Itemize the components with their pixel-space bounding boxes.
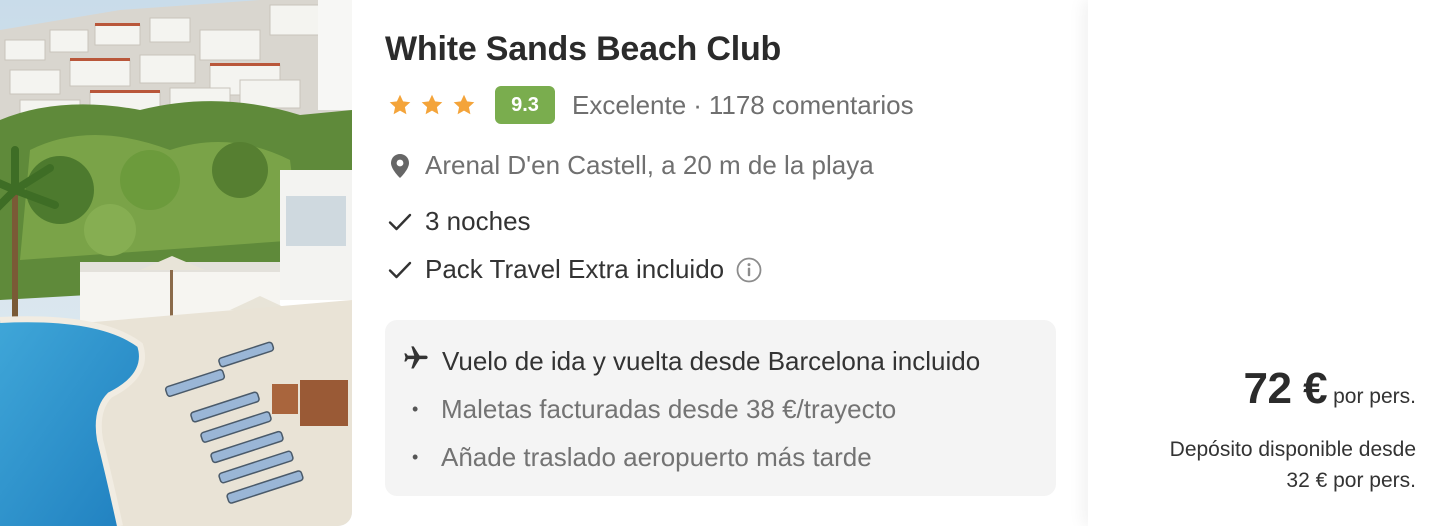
- flight-extra-item: • Añade traslado aeropuerto más tarde: [412, 442, 872, 473]
- star-icon: [453, 94, 475, 115]
- hotel-details: White Sands Beach Club 9.3 Excelente · 1…: [385, 0, 1085, 526]
- deposit-info: Depósito disponible desde 32 € por pers.: [1170, 434, 1416, 496]
- flight-box: Vuelo de ida y vuelta desde Barcelona in…: [385, 320, 1056, 496]
- separator: ·: [693, 89, 702, 120]
- star-rating: [388, 93, 476, 117]
- flight-text: Vuelo de ida y vuelta desde Barcelona in…: [442, 346, 981, 376]
- location-text: Arenal D'en Castell, a 20 m de la playa: [425, 150, 874, 180]
- star-icon: [389, 94, 411, 115]
- rating-label: Excelente: [572, 89, 687, 120]
- info-icon[interactable]: [736, 257, 762, 283]
- nights-row: 3 noches: [385, 206, 531, 237]
- pack-row: Pack Travel Extra incluido: [385, 254, 762, 285]
- bullet-icon: •: [412, 447, 419, 467]
- rating-row: 9.3 Excelente · 1178 comentarios: [385, 86, 914, 124]
- location-row: Arenal D'en Castell, a 20 m de la playa: [385, 150, 874, 181]
- deposit-line-1: Depósito disponible desde: [1169, 438, 1416, 461]
- flight-extra-item: • Maletas facturadas desde 38 €/trayecto: [412, 394, 896, 425]
- nights-text: 3 noches: [425, 206, 531, 236]
- flight-included-row: Vuelo de ida y vuelta desde Barcelona in…: [402, 344, 980, 379]
- price-amount: 72 €: [1243, 364, 1328, 413]
- pack-text: Pack Travel Extra incluido: [425, 254, 725, 284]
- check-icon: [385, 212, 415, 232]
- hotel-card[interactable]: White Sands Beach Club 9.3 Excelente · 1…: [0, 0, 1088, 526]
- price-per-person: por pers.: [1333, 385, 1416, 408]
- price-line: 72 € por pers.: [1243, 364, 1416, 414]
- reviews-link[interactable]: 1178 comentarios: [709, 90, 914, 121]
- bullet-icon: •: [412, 399, 419, 419]
- deposit-line-2: 32 € por pers.: [1286, 469, 1416, 492]
- location-pin-icon: [385, 153, 415, 179]
- check-icon: [385, 260, 415, 280]
- airplane-icon: [402, 344, 430, 379]
- baggage-text: Maletas facturadas desde 38 €/trayecto: [441, 394, 897, 424]
- hotel-photo[interactable]: [0, 0, 352, 526]
- price-panel[interactable]: 72 € por pers. Depósito disponible desde…: [1088, 0, 1442, 526]
- star-icon: [421, 94, 443, 115]
- transfer-text: Añade traslado aeropuerto más tarde: [441, 442, 872, 472]
- hotel-name[interactable]: White Sands Beach Club: [385, 30, 781, 69]
- score-badge: 9.3: [495, 86, 555, 124]
